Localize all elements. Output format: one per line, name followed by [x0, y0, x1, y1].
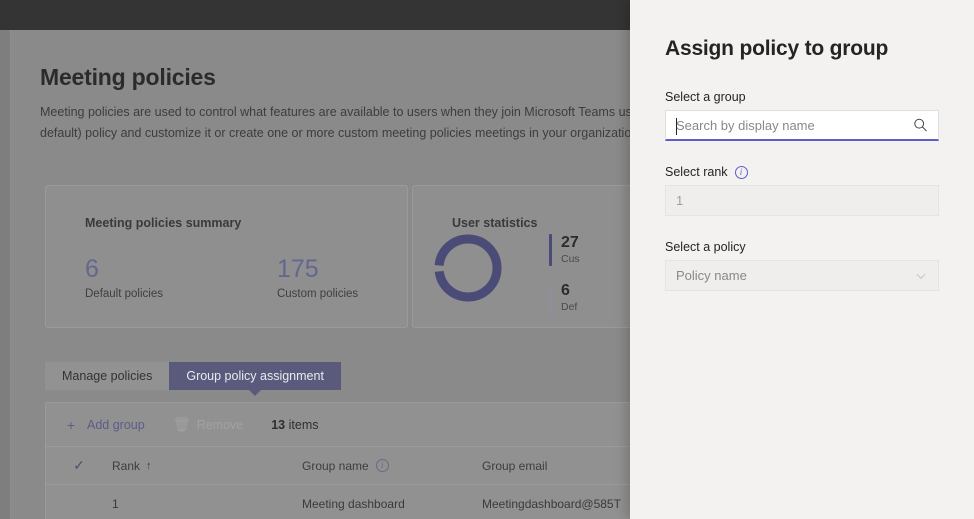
column-header-rank[interactable]: Rank ↑ — [112, 459, 302, 473]
metric-custom-policies-value: 175 — [276, 255, 319, 283]
column-header-group-email-label: Group email — [482, 458, 548, 473]
policy-tabs: Manage policies Group policy assignment — [45, 362, 341, 396]
field-select-rank: Select rank i 1 — [665, 165, 939, 216]
policy-dropdown-placeholder: Policy name — [676, 268, 747, 283]
rank-input[interactable]: 1 — [665, 185, 939, 216]
legend-swatch-default — [549, 282, 552, 314]
trash-icon: 🗑 — [172, 416, 191, 432]
user-statistics-legend: 27 Cus 6 Def — [549, 234, 580, 330]
info-icon[interactable]: i — [375, 459, 389, 472]
chevron-down-icon[interactable] — [914, 269, 928, 283]
page-description-line1: Meeting policies are used to control wha… — [40, 105, 616, 119]
label-select-a-group: Select a group — [665, 90, 939, 104]
text-cursor — [676, 118, 677, 135]
summary-metrics: 6 Default policies 175 Custom policies — [85, 254, 358, 300]
summary-card-title: Meeting policies summary — [85, 216, 242, 230]
user-statistics-card-title: User statistics — [452, 216, 538, 230]
group-search-placeholder: Search by display name — [676, 117, 815, 133]
field-select-a-group: Select a group Search by display name — [665, 90, 939, 141]
label-select-rank: Select rank i — [665, 165, 939, 179]
left-nav-rail[interactable] — [0, 30, 10, 519]
metric-custom-policies: 175 Custom policies — [277, 254, 358, 300]
info-icon[interactable]: i — [734, 165, 748, 179]
items-count-word: items — [288, 417, 319, 432]
column-header-rank-label: Rank — [112, 458, 141, 473]
label-select-a-policy-text: Select a policy — [665, 240, 746, 254]
row-rank: 1 — [112, 497, 119, 511]
rank-input-value: 1 — [676, 193, 684, 208]
search-icon[interactable] — [913, 118, 928, 133]
panel-title: Assign policy to group — [665, 37, 889, 60]
metric-default-policies-value: 6 — [85, 255, 99, 283]
page-description-line3: meetings in your organization. — [474, 126, 642, 140]
legend-item-custom: 27 Cus — [549, 234, 580, 266]
policy-dropdown[interactable]: Policy name — [665, 260, 939, 291]
plus-icon: + — [66, 416, 76, 433]
page-title: Meeting policies — [40, 64, 216, 90]
label-select-a-policy: Select a policy — [665, 240, 939, 254]
select-all-checkbox[interactable]: ✓ — [46, 457, 112, 474]
add-group-button[interactable]: + Add group — [63, 417, 145, 433]
items-count-number: 13 — [271, 417, 286, 432]
row-group-name: Meeting dashboard — [302, 497, 405, 511]
meeting-policies-summary-card: Meeting policies summary 6 Default polic… — [45, 185, 408, 328]
legend-swatch-custom — [549, 234, 552, 266]
legend-value-custom: 27 — [561, 234, 579, 251]
remove-button[interactable]: 🗑 Remove — [173, 416, 244, 433]
app-root: Meeting policies Meeting policies are us… — [0, 0, 974, 519]
donut-chart-icon — [431, 231, 505, 305]
field-select-a-policy: Select a policy Policy name — [665, 240, 939, 291]
items-count: 13 items — [271, 418, 318, 432]
column-header-group-name-label: Group name — [302, 458, 369, 473]
tab-group-policy-assignment[interactable]: Group policy assignment — [169, 362, 341, 396]
remove-label: Remove — [196, 417, 244, 432]
metric-default-policies-label: Default policies — [85, 288, 163, 300]
legend-item-default: 6 Def — [549, 282, 580, 314]
tab-manage-policies[interactable]: Manage policies — [45, 362, 170, 390]
metric-custom-policies-label: Custom policies — [276, 288, 359, 300]
legend-value-default: 6 — [561, 282, 570, 299]
label-select-rank-text: Select rank — [665, 165, 728, 179]
sort-ascending-icon: ↑ — [146, 459, 152, 472]
legend-label-custom: Cus — [561, 253, 580, 265]
legend-label-default: Def — [561, 301, 578, 313]
column-header-group-name[interactable]: Group name i — [302, 459, 482, 473]
assign-policy-panel: Assign policy to group Select a group Se… — [630, 0, 974, 519]
group-search-input[interactable]: Search by display name — [665, 110, 939, 141]
add-group-label: Add group — [87, 417, 145, 432]
metric-default-policies: 6 Default policies — [85, 254, 163, 300]
label-select-a-group-text: Select a group — [665, 90, 746, 104]
